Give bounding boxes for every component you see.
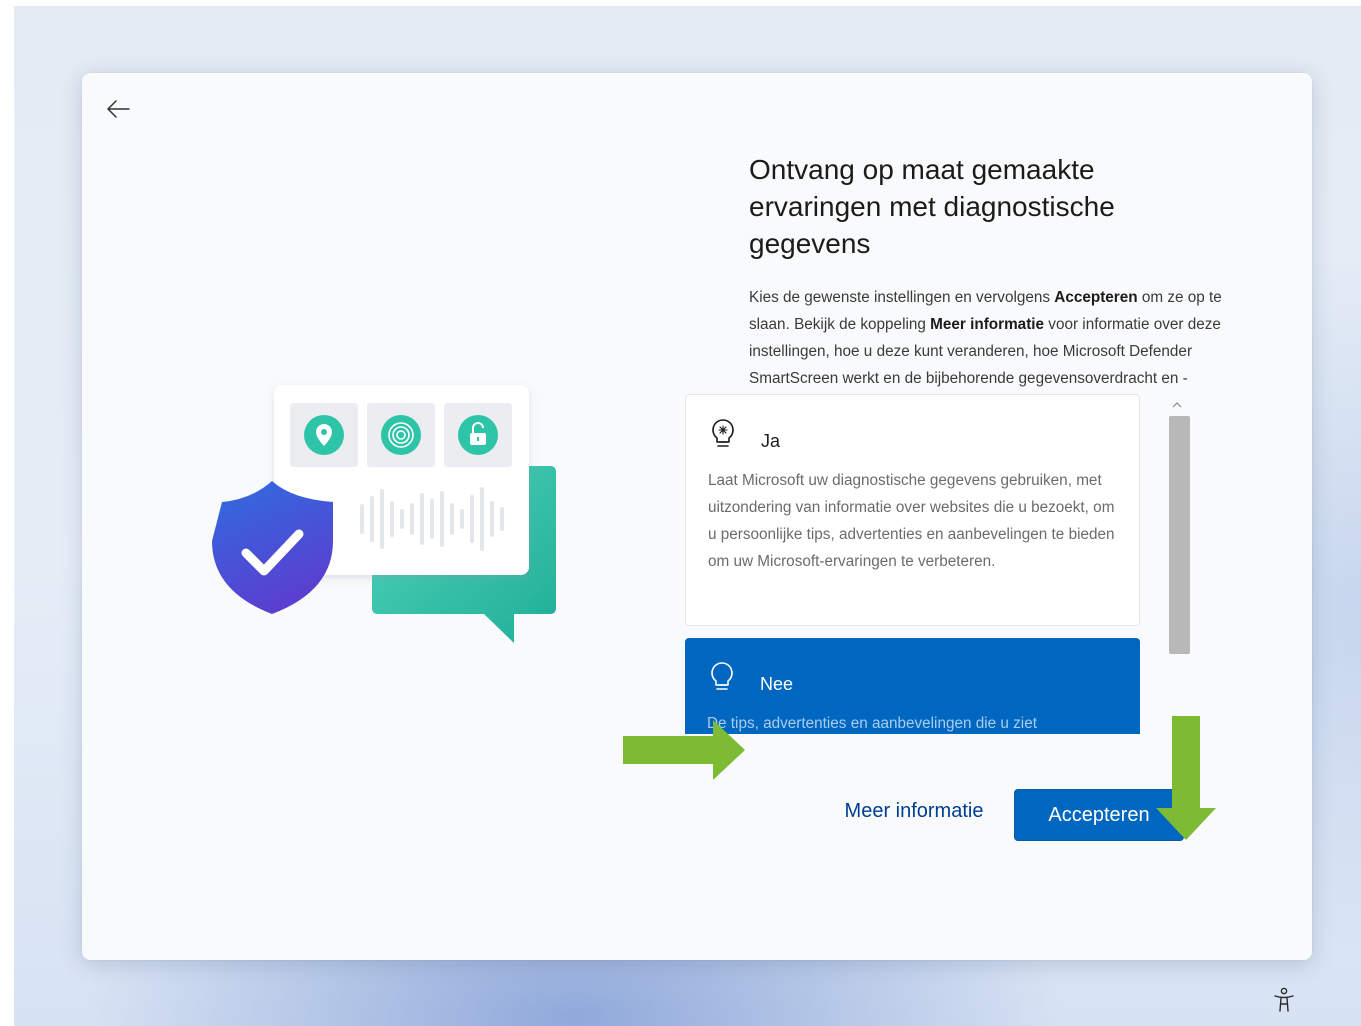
scroll-thumb[interactable] — [1169, 416, 1190, 654]
accessibility-button[interactable] — [1270, 986, 1298, 1014]
fingerprint-icon — [381, 415, 421, 455]
page-title: Ontvang op maat gemaakte ervaringen met … — [749, 154, 1115, 259]
option-no[interactable]: Nee De tips, advertenties en aanbeveling… — [685, 638, 1140, 734]
chevron-up-icon — [1172, 402, 1182, 408]
lightbulb-sparkle-icon — [712, 419, 734, 447]
back-button[interactable] — [100, 91, 136, 127]
back-arrow-icon — [107, 100, 130, 118]
diagnostic-options-list: Ja Laat Microsoft uw diagnostische gegev… — [684, 394, 1144, 734]
annotation-arrow-right — [623, 720, 745, 780]
privacy-illustration — [212, 385, 556, 643]
location-pin-icon — [304, 415, 344, 455]
option-yes[interactable]: Ja Laat Microsoft uw diagnostische gegev… — [685, 394, 1140, 626]
scroll-up-button[interactable] — [1166, 394, 1188, 416]
option-yes-title: Ja — [761, 431, 781, 451]
more-info-link[interactable]: Meer informatie — [822, 789, 1006, 833]
shield-check-icon — [212, 481, 333, 614]
unlock-icon — [458, 415, 498, 455]
lightbulb-icon — [711, 662, 733, 690]
option-yes-description: Laat Microsoft uw diagnostische gegevens… — [708, 472, 1115, 570]
oobe-background: Ontvang op maat gemaakte ervaringen met … — [14, 6, 1361, 1026]
annotation-arrow-down — [1156, 716, 1216, 840]
accessibility-icon — [1274, 987, 1294, 1012]
option-no-title: Nee — [760, 674, 794, 694]
options-scrollbar[interactable] — [1166, 394, 1190, 737]
option-no-description: De tips, advertenties en aanbevelingen d… — [707, 715, 1037, 732]
